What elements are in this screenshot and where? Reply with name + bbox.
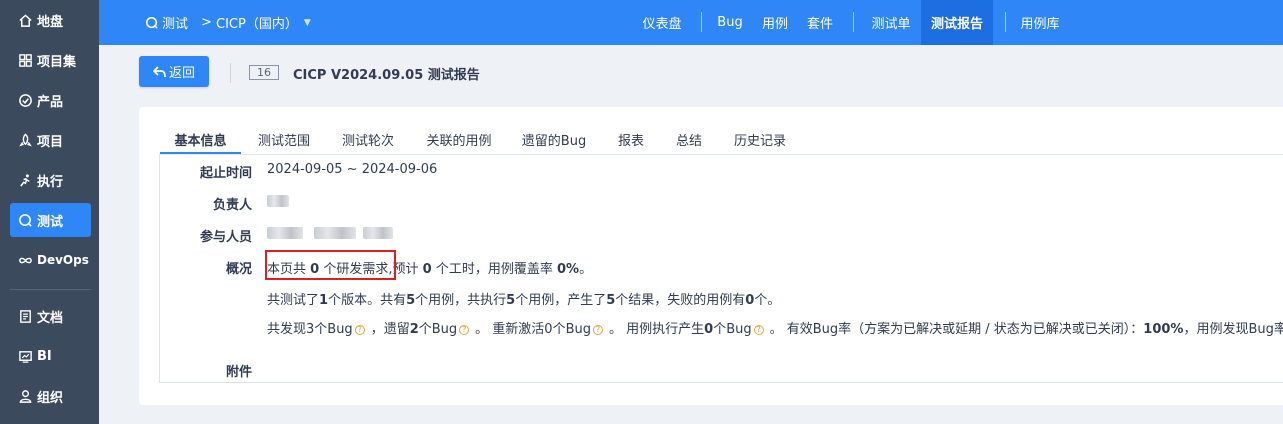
tab-test-rounds[interactable]: 测试轮次 — [327, 124, 409, 154]
help-icon[interactable]: ? — [753, 324, 764, 335]
nav-bug[interactable]: Bug — [712, 0, 748, 45]
help-icon[interactable]: ? — [593, 324, 603, 335]
sidebar: 地盘 项目集 产品 项目 执行 测试 DevOps 文档 BI 组织 — [0, 0, 99, 424]
overview-line-3: 共发现3个Bug? ，遗留2个Bug?。 重新激活0个Bug?。 用例执行产生0个… — [267, 322, 1283, 337]
member-blurred — [363, 227, 393, 239]
help-icon[interactable]: ? — [459, 324, 470, 335]
sidebar-item-program[interactable]: 项目集 — [10, 43, 91, 77]
sidebar-item-org[interactable]: 组织 — [10, 379, 91, 413]
nav-testreport[interactable]: 测试报告 — [921, 0, 993, 45]
top-navbar: 测试 > CICP（国内） ▼ 仪表盘 Bug 用例 套件 测试单 测试报告 用… — [99, 0, 1283, 45]
sidebar-item-label: DevOps — [37, 253, 89, 267]
breadcrumb-module-label: 测试 — [162, 17, 189, 32]
help-icon[interactable]: ? — [354, 324, 365, 335]
highlight-box — [265, 250, 396, 280]
member-blurred — [314, 227, 356, 239]
monitor-icon — [17, 348, 33, 364]
sidebar-item-label: 项目 — [37, 134, 64, 150]
nav-dashboard[interactable]: 仪表盘 — [634, 0, 690, 45]
sidebar-item-doc[interactable]: 文档 — [10, 299, 91, 333]
tab-basic-info[interactable]: 基本信息 — [160, 124, 241, 154]
back-arrow-icon — [152, 65, 166, 78]
nav-divider — [701, 12, 702, 32]
report-panel: 基本信息 测试范围 测试轮次 关联的用例 遗留的Bug 报表 总结 历史记录 起… — [139, 107, 1283, 405]
chevron-down-icon: ▼ — [303, 17, 311, 28]
sidebar-item-label: 地盘 — [37, 14, 64, 30]
user-icon — [17, 388, 33, 404]
product-switcher-label: CICP（国内） — [216, 17, 298, 32]
nav-suite[interactable]: 套件 — [800, 0, 840, 45]
back-button-label: 返回 — [168, 66, 195, 81]
sidebar-item-execution[interactable]: 执行 — [10, 163, 91, 197]
product-switcher[interactable]: CICP（国内） ▼ — [216, 0, 311, 45]
members-label: 参与人员 — [199, 230, 252, 245]
tab-reports[interactable]: 报表 — [603, 124, 659, 154]
sidebar-item-dashboard[interactable]: 地盘 — [10, 3, 91, 37]
overview-label: 概况 — [225, 262, 252, 277]
doc-icon — [17, 308, 33, 324]
sidebar-item-label: BI — [37, 348, 52, 364]
page-title: CICP V2024.09.05 测试报告 — [293, 68, 480, 83]
sidebar-divider — [10, 289, 91, 290]
tab-legacy-bugs[interactable]: 遗留的Bug — [509, 124, 599, 154]
sidebar-item-label: 项目集 — [37, 54, 77, 70]
sidebar-item-label: 执行 — [37, 174, 64, 190]
infinity-icon — [17, 252, 33, 268]
sidebar-item-bi[interactable]: BI — [10, 339, 91, 373]
test-icon — [17, 212, 33, 228]
sidebar-item-label: 产品 — [37, 94, 64, 110]
tab-linked-cases[interactable]: 关联的用例 — [411, 124, 507, 154]
product-icon — [17, 92, 33, 108]
tab-history[interactable]: 历史记录 — [719, 124, 801, 154]
test-icon — [145, 16, 159, 30]
nav-testtask[interactable]: 测试单 — [863, 0, 919, 45]
back-button[interactable]: 返回 — [139, 56, 209, 87]
sidebar-item-label: 测试 — [37, 214, 64, 230]
nav-divider — [853, 12, 854, 32]
report-id-badge: 16 — [249, 65, 279, 80]
grid-icon — [17, 52, 33, 68]
title-divider — [230, 63, 231, 83]
sidebar-item-label: 组织 — [37, 390, 64, 406]
project-icon — [17, 132, 33, 148]
attachment-label: 附件 — [225, 365, 252, 380]
breadcrumb-module[interactable]: 测试 — [145, 0, 188, 45]
sidebar-item-devops[interactable]: DevOps — [10, 243, 91, 277]
breadcrumb-separator: > — [201, 15, 212, 30]
home-icon — [17, 12, 33, 28]
member-blurred — [267, 227, 303, 239]
tab-summary[interactable]: 总结 — [661, 124, 717, 154]
run-icon — [17, 172, 33, 188]
tab-test-scope[interactable]: 测试范围 — [243, 124, 325, 154]
nav-case[interactable]: 用例 — [755, 0, 795, 45]
main-content: 返回 16 CICP V2024.09.05 测试报告 基本信息 测试范围 测试… — [99, 45, 1283, 424]
basic-info-section: 起止时间 2024-09-05 ~ 2024-09-06 负责人 参与人员 概况… — [159, 154, 1283, 383]
sidebar-item-label: 文档 — [37, 310, 64, 326]
nav-caselib[interactable]: 用例库 — [1016, 0, 1064, 45]
overview-line-2: 共测试了1个版本。共有5个用例，共执行5个用例，产生了5个结果，失败的用例有0个… — [267, 293, 781, 308]
sidebar-item-product[interactable]: 产品 — [10, 83, 91, 117]
sidebar-item-project[interactable]: 项目 — [10, 123, 91, 157]
owner-label: 负责人 — [212, 198, 252, 213]
owner-avatar-blurred — [267, 195, 289, 207]
sidebar-item-test[interactable]: 测试 — [10, 203, 91, 237]
date-value: 2024-09-05 ~ 2024-09-06 — [267, 162, 438, 177]
nav-divider — [1005, 12, 1006, 32]
date-label: 起止时间 — [199, 166, 252, 181]
